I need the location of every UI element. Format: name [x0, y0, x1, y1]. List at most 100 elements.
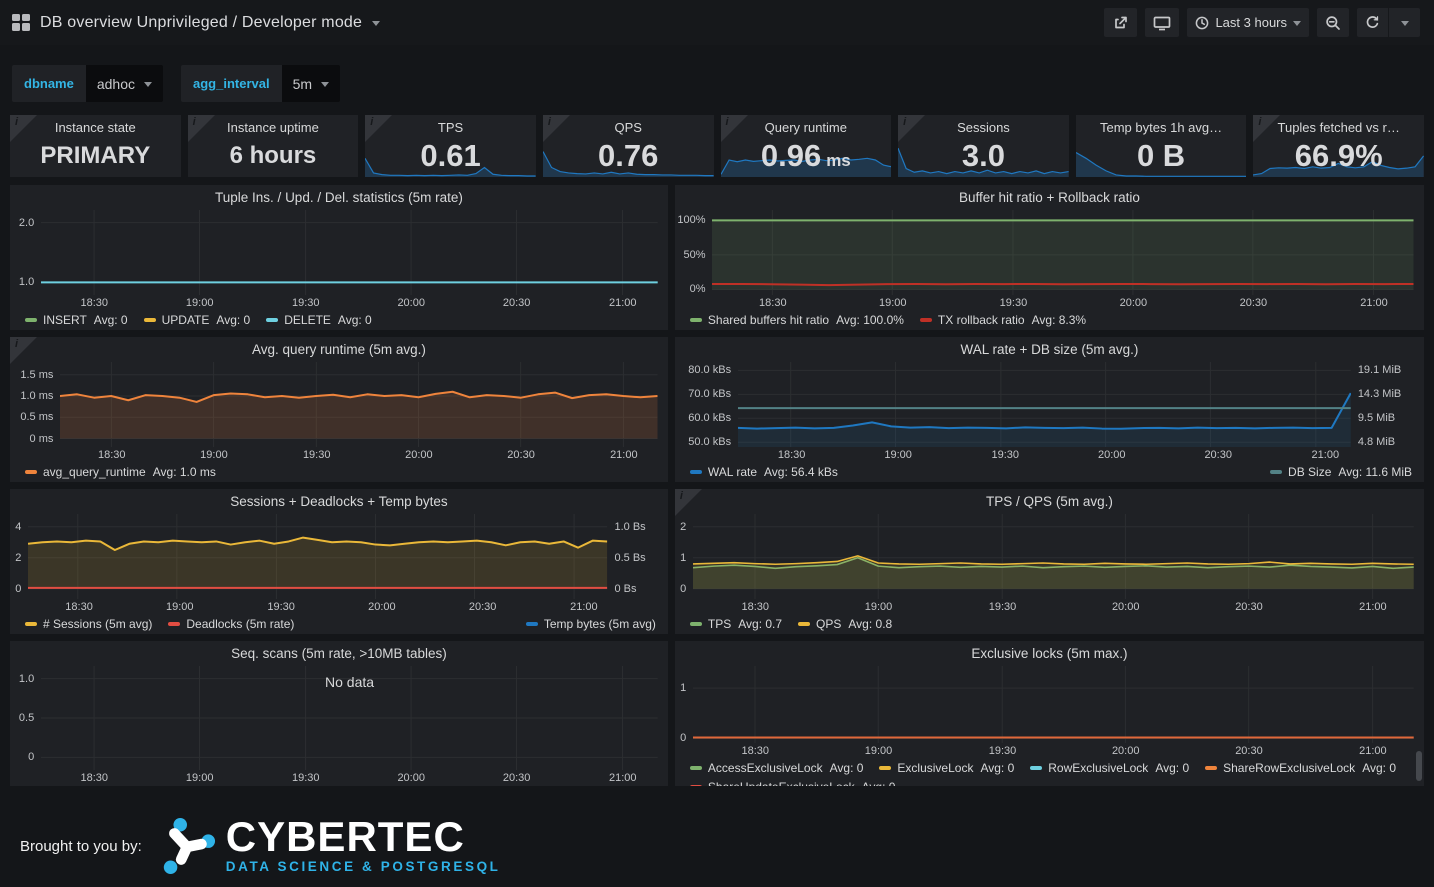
series-name[interactable]: avg_query_runtime [43, 465, 146, 479]
share-button[interactable] [1104, 8, 1137, 37]
graph-panel-tps-qps: iTPS / QPS (5m avg.)21018:3019:0019:3020… [675, 489, 1424, 634]
chevron-down-icon[interactable] [372, 21, 380, 30]
series-name[interactable]: TPS [708, 617, 731, 631]
series-swatch [144, 318, 156, 322]
legend: avg_query_runtimeAvg: 1.0 ms [10, 463, 668, 482]
panel-title[interactable]: WAL rate + DB size (5m avg.) [675, 337, 1424, 362]
series-avg: Avg: 8.3% [1032, 313, 1086, 327]
variable-dbname-select[interactable]: adhoc [86, 65, 163, 102]
chevron-down-icon [1401, 21, 1409, 30]
x-axis-label: 21:00 [1312, 449, 1340, 461]
series-name[interactable]: ShareRowExclusiveLock [1223, 761, 1355, 775]
x-axis-label: 20:30 [507, 449, 535, 461]
chart-body: 100%50%0% [675, 210, 1424, 295]
plot-svg [693, 666, 1414, 743]
refresh-button[interactable] [1357, 8, 1388, 37]
series-swatch [690, 785, 702, 786]
plot-area[interactable] [693, 514, 1414, 599]
info-letter: i [903, 116, 906, 128]
series-name[interactable]: DELETE [284, 313, 331, 327]
variable-agg-interval-select[interactable]: 5m [282, 65, 340, 102]
panel-title[interactable]: Avg. query runtime (5m avg.) [10, 337, 668, 362]
tv-monitor-icon [1153, 15, 1171, 31]
stat-panel: iTuples fetched vs r…66.9% [1253, 115, 1424, 177]
panel-title[interactable]: Exclusive locks (5m max.) [675, 641, 1424, 666]
series-name[interactable]: TX rollback ratio [938, 313, 1025, 327]
plot-svg [693, 514, 1414, 599]
series-name[interactable]: DB Size [1288, 465, 1331, 479]
dashboard-title[interactable]: DB overview Unprivileged / Developer mod… [40, 14, 362, 32]
x-axis-label: 21:00 [570, 601, 598, 613]
legend-item: Temp bytes (5m avg) [526, 617, 656, 631]
plot-svg [60, 362, 658, 447]
x-axis-label: 19:30 [292, 772, 320, 784]
stat-title[interactable]: Temp bytes 1h avg… [1076, 120, 1247, 135]
panel-info-icon[interactable]: i [675, 489, 702, 516]
panel-title[interactable]: Sessions + Deadlocks + Temp bytes [10, 489, 668, 514]
plot-area[interactable] [28, 514, 607, 599]
refresh-interval-dropdown[interactable] [1389, 8, 1420, 37]
y-axis-label: 2 [680, 521, 686, 533]
panel-info-icon[interactable]: i [188, 115, 215, 142]
stat-panel: iInstance statePRIMARY [10, 115, 181, 177]
x-axis-label: 20:30 [1240, 297, 1268, 309]
series-swatch [1030, 766, 1042, 770]
panel-title[interactable]: Buffer hit ratio + Rollback ratio [675, 185, 1424, 210]
plot-svg [712, 210, 1414, 295]
legend-scrollbar[interactable] [1416, 751, 1422, 781]
x-axis: 18:3019:0019:3020:0020:3021:00 [41, 295, 658, 311]
series-name[interactable]: RowExclusiveLock [1048, 761, 1148, 775]
series-avg: Avg: 0 [980, 761, 1014, 775]
series-name[interactable]: ExclusiveLock [897, 761, 973, 775]
series-name[interactable]: UPDATE [162, 313, 210, 327]
series-name[interactable]: Deadlocks (5m rate) [186, 617, 294, 631]
panel-title[interactable]: TPS / QPS (5m avg.) [675, 489, 1424, 514]
series-name[interactable]: # Sessions (5m avg) [43, 617, 152, 631]
x-axis-label: 20:00 [397, 772, 425, 784]
plot-area[interactable] [738, 362, 1351, 447]
plot-area[interactable]: No data [41, 666, 658, 770]
series-name[interactable]: Shared buffers hit ratio [708, 313, 829, 327]
x-axis-label: 19:00 [865, 745, 893, 757]
y-axis-label: 60.0 kBs [688, 412, 731, 424]
navbar-right: Last 3 hours [1096, 8, 1420, 37]
x-axis-label: 20:30 [1235, 745, 1263, 757]
panel-info-icon[interactable]: i [10, 115, 37, 142]
time-range-picker[interactable]: Last 3 hours [1187, 8, 1309, 37]
zoom-out-button[interactable] [1317, 8, 1349, 37]
graph-panel-exclusive-locks: Exclusive locks (5m max.)1018:3019:0019:… [675, 641, 1424, 786]
plot-area[interactable] [693, 666, 1414, 743]
plot-area[interactable] [712, 210, 1414, 295]
series-name[interactable]: Temp bytes (5m avg) [544, 617, 656, 631]
dashboard-picker-icon[interactable] [12, 14, 30, 31]
series-avg: Avg: 0 [216, 313, 250, 327]
panel-info-icon[interactable]: i [721, 115, 748, 142]
chart-body: 2.01.0 [10, 210, 668, 295]
series-swatch [690, 318, 702, 322]
plot-area[interactable] [41, 210, 658, 295]
series-name[interactable]: AccessExclusiveLock [708, 761, 823, 775]
series-name[interactable]: QPS [816, 617, 841, 631]
panel-info-icon[interactable]: i [1253, 115, 1280, 142]
x-axis-label: 20:30 [1235, 601, 1263, 613]
brand-tagline: DATA SCIENCE & POSTGRESQL [226, 859, 501, 874]
panel-title[interactable]: Seq. scans (5m rate, >10MB tables) [10, 641, 668, 666]
legend-row: avg_query_runtimeAvg: 1.0 ms [10, 463, 668, 482]
cycle-view-button[interactable] [1145, 8, 1179, 37]
variable-dbname-label: dbname [12, 65, 86, 102]
panel-info-icon[interactable]: i [898, 115, 925, 142]
panel-info-icon[interactable]: i [543, 115, 570, 142]
panel-info-icon[interactable]: i [365, 115, 392, 142]
legend-row: INSERTAvg: 0UPDATEAvg: 0DELETEAvg: 0 [10, 311, 668, 330]
series-name[interactable]: ShareUpdateExclusiveLock [708, 780, 855, 786]
info-letter: i [193, 116, 196, 128]
template-variables-bar: dbname adhoc agg_interval 5m [12, 65, 1434, 102]
panel-title[interactable]: Tuple Ins. / Upd. / Del. statistics (5m … [10, 185, 668, 210]
series-avg: Avg: 0.7 [738, 617, 782, 631]
series-name[interactable]: WAL rate [708, 465, 757, 479]
series-avg: Avg: 0 [830, 761, 864, 775]
panel-info-icon[interactable]: i [10, 337, 37, 364]
chart-body: 80.0 kBs70.0 kBs60.0 kBs50.0 kBs19.1 MiB… [675, 362, 1424, 447]
series-name[interactable]: INSERT [43, 313, 87, 327]
plot-area[interactable] [60, 362, 658, 447]
